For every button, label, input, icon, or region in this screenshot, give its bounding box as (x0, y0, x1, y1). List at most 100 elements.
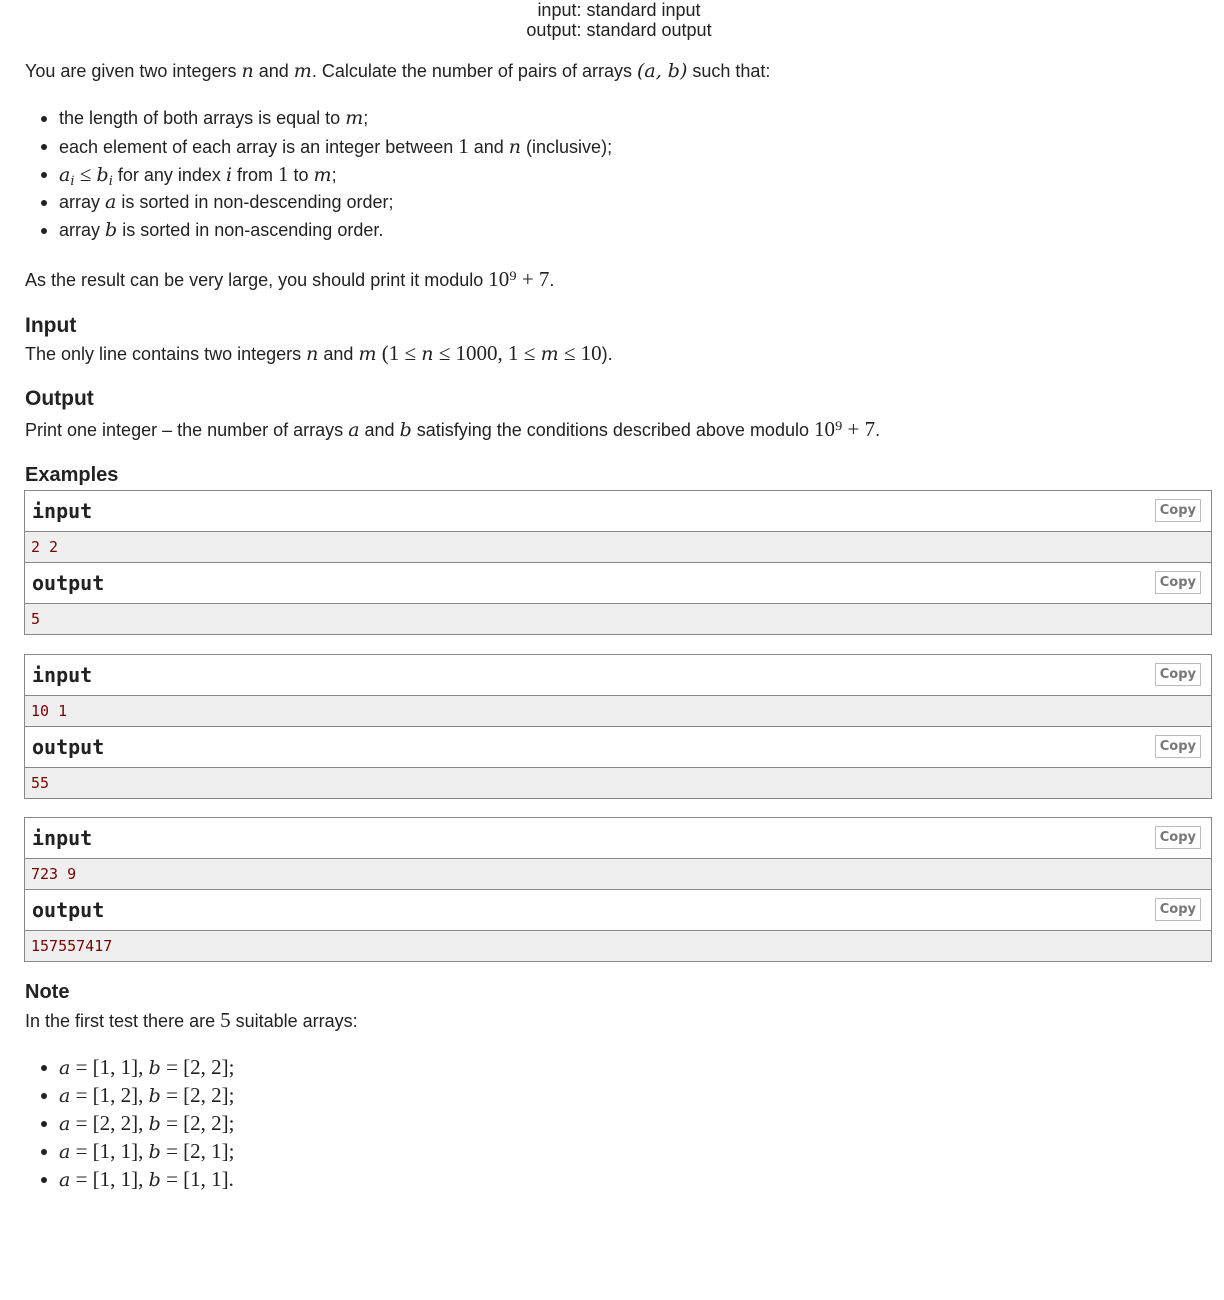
math-expression: = [2, 2]; (160, 1055, 235, 1079)
output-section-text: Print one integer – the number of arrays… (25, 417, 880, 442)
input-section-title: Input (25, 314, 77, 337)
input-section-text: The only line contains two integers n an… (25, 341, 613, 366)
copy-input-button[interactable]: Copy (1154, 663, 1201, 686)
math-expression: n (241, 60, 254, 82)
text-segment: for any index (112, 165, 226, 185)
text-segment: . Calculate the number of pairs of array… (311, 61, 637, 81)
math-expression: = [2, 1]; (160, 1139, 235, 1163)
modulo-paragraph: As the result can be very large, you sho… (25, 267, 554, 292)
text-segment: the length of both arrays is equal to (59, 108, 346, 128)
copy-output-button[interactable]: Copy (1154, 898, 1201, 921)
text-segment: ; (363, 108, 369, 128)
example-block: input Copy 723 9 output Copy 157557417 (24, 817, 1212, 962)
condition-item: array b is sorted in non-ascending order… (40, 218, 383, 242)
example-output-data: 5 (25, 604, 1211, 634)
text-segment: (inclusive); (521, 137, 613, 157)
input-spec: input: standard input (537, 0, 701, 20)
text-segment: from (232, 165, 279, 185)
math-expression: = [2, 2], (70, 1111, 149, 1135)
example-input-data: 723 9 (25, 859, 1211, 890)
math-expression: a (59, 1057, 71, 1079)
math-expression: m (293, 60, 312, 82)
math-expression: m (540, 343, 559, 365)
output-value: 55 (31, 774, 50, 792)
math-expression: = [1, 1], (70, 1139, 149, 1163)
condition-item: each element of each array is an integer… (40, 134, 613, 159)
note-text: In the first test there are 5 suitable a… (25, 1008, 358, 1033)
math-expression: b (148, 1085, 161, 1107)
math-expression: a (59, 1085, 71, 1107)
math-expression: = [2, 2]; (160, 1083, 235, 1107)
example-input-header: input Copy (25, 818, 1211, 859)
text-segment: ; (331, 165, 337, 185)
math-expression: n (421, 343, 434, 365)
note-item: a = [1, 1], b = [2, 1]; (41, 1139, 235, 1164)
text-segment: is sorted in non-descending order; (116, 192, 394, 212)
text-segment: such that: (687, 61, 771, 81)
note-item: a = [2, 2], b = [2, 2]; (41, 1111, 235, 1136)
text-segment: and (359, 420, 400, 440)
math-expression: m (358, 343, 377, 365)
output-label: output (32, 735, 105, 759)
note-item: a = [1, 1], b = [1, 1]. (41, 1167, 234, 1192)
output-spec: output: standard output (526, 20, 712, 40)
condition-item: array a is sorted in non-descending orde… (41, 190, 394, 214)
example-input-header: input Copy (25, 655, 1211, 696)
input-label: input (32, 663, 93, 687)
text-segment: to (288, 165, 314, 185)
math-expression: b (399, 419, 412, 441)
output-label: output (32, 898, 105, 922)
math-expression: 1 (458, 134, 469, 158)
math-expression: ≤ 10 (558, 341, 602, 365)
input-label: input (32, 826, 93, 850)
math-expression: (a, b) (636, 60, 688, 82)
note-item: a = [1, 1], b = [2, 2]; (41, 1055, 235, 1080)
output-label: output (32, 571, 105, 595)
text-segment: array (59, 220, 106, 240)
output-value: 157557417 (31, 937, 113, 955)
text-segment: each element of each array is an integer… (59, 137, 459, 157)
input-value: 10 1 (31, 702, 68, 720)
math-expression: b (148, 1141, 161, 1163)
text-segment: In the first test there are (25, 1011, 221, 1031)
math-expression: 10⁹ + 7 (488, 267, 550, 291)
math-expression: = [1, 1], (70, 1055, 149, 1079)
example-input-data: 2 2 (25, 532, 1211, 563)
input-label: input (32, 499, 93, 523)
example-block: input Copy 2 2 output Copy 5 (24, 490, 1212, 635)
copy-input-button[interactable]: Copy (1154, 499, 1201, 522)
copy-output-button[interactable]: Copy (1154, 571, 1201, 594)
math-expression: b (105, 219, 118, 241)
condition-item: the length of both arrays is equal to m; (40, 106, 369, 130)
text-segment: . (549, 270, 555, 290)
note-title: Note (25, 981, 70, 1003)
math-expression: a (348, 419, 360, 441)
example-output-header: output Copy (25, 890, 1211, 931)
input-value: 723 9 (31, 865, 77, 883)
math-expression: b (148, 1057, 161, 1079)
example-output-header: output Copy (25, 563, 1211, 604)
text-segment: suitable arrays: (230, 1011, 358, 1031)
math-expression: m (313, 164, 332, 186)
text-segment: . (875, 420, 881, 440)
copy-output-button[interactable]: Copy (1154, 735, 1201, 758)
copy-input-button[interactable]: Copy (1154, 826, 1201, 849)
output-section-title: Output (25, 387, 94, 410)
text-segment: ). (601, 344, 613, 364)
text-segment: and (253, 61, 294, 81)
math-expression: n (508, 136, 522, 158)
text-segment: As the result can be very large, you sho… (25, 270, 489, 290)
example-input-header: input Copy (25, 491, 1211, 532)
math-expression: b (148, 1169, 161, 1191)
text-segment: and (318, 344, 359, 364)
example-output-data: 55 (25, 768, 1211, 798)
example-block: input Copy 10 1 output Copy 55 (24, 654, 1212, 799)
math-expression: = [1, 1], (70, 1167, 149, 1191)
math-expression: 10⁹ + 7 (813, 417, 876, 441)
math-expression: a (105, 191, 117, 213)
math-expression: a (59, 164, 71, 186)
text-segment: The only line contains two integers (25, 344, 307, 364)
math-expression: ≤ 1000, 1 ≤ (433, 341, 541, 365)
math-expression: b (96, 164, 109, 186)
math-expression: a (59, 1113, 71, 1135)
